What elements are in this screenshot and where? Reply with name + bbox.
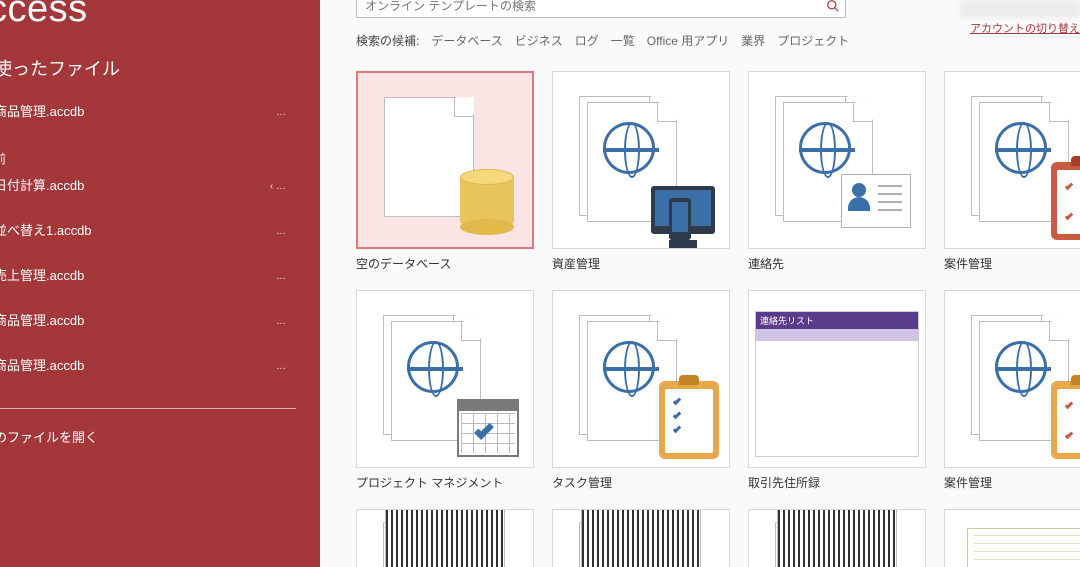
recent-file-name: 商品管理.accdb xyxy=(0,310,310,329)
recent-file-name: 日付計算.accdb xyxy=(0,175,310,194)
clipboard-red-icon xyxy=(1051,162,1080,240)
recent-file-name: 商品管理.accdb xyxy=(0,101,310,120)
template-barcode-1[interactable] xyxy=(356,509,534,567)
clipboard-orange-icon xyxy=(1051,381,1080,459)
recent-file-path xyxy=(0,374,224,388)
template-label: 連絡先 xyxy=(748,255,926,272)
globe-icon xyxy=(995,122,1047,174)
template-label: 空のデータベース xyxy=(356,255,534,272)
search-icon[interactable] xyxy=(822,0,844,16)
template-thumb xyxy=(944,71,1080,249)
search-wrap xyxy=(356,0,846,18)
suggestion-link[interactable]: プロジェクト xyxy=(777,32,849,49)
globe-icon xyxy=(995,341,1047,393)
template-blank-database[interactable]: 空のデータベース xyxy=(356,71,534,272)
recent-files-list: 商品管理.accdb … 前 日付計算.accdb ‹ … 並べ替え1.accd… xyxy=(0,95,320,394)
template-label: 案件管理 xyxy=(944,474,1080,491)
template-certificate[interactable] xyxy=(944,509,1080,567)
template-label: 資産管理 xyxy=(552,255,730,272)
suggestion-link[interactable]: 一覧 xyxy=(611,32,635,49)
template-thumb xyxy=(356,509,534,567)
recent-file-name: 商品管理.accdb xyxy=(0,355,310,374)
suggestion-link[interactable]: ビジネス xyxy=(515,32,563,49)
globe-icon xyxy=(799,122,851,174)
template-search-input[interactable] xyxy=(356,0,846,18)
barcode-icon xyxy=(385,509,505,567)
template-thumb xyxy=(748,509,926,567)
address-list-title: 連絡先リスト xyxy=(756,312,918,329)
barcode-icon xyxy=(777,509,897,567)
template-thumb xyxy=(552,71,730,249)
recent-file-item[interactable]: 並べ替え1.accdb … xyxy=(0,214,320,259)
template-case-management-2[interactable]: 案件管理 xyxy=(944,290,1080,491)
template-barcode-2[interactable] xyxy=(552,509,730,567)
template-thumb: 連絡先リスト xyxy=(748,290,926,468)
address-list-preview-icon: 連絡先リスト xyxy=(755,311,919,457)
template-label: 取引先住所録 xyxy=(748,474,926,491)
template-contacts[interactable]: 連絡先 xyxy=(748,71,926,272)
recent-file-item[interactable]: 商品管理.accdb … xyxy=(0,95,320,140)
barcode-icon xyxy=(581,509,701,567)
template-thumb xyxy=(356,71,534,249)
recent-file-item[interactable]: 商品管理.accdb … xyxy=(0,349,320,394)
template-thumb xyxy=(944,509,1080,567)
calendar-check-icon xyxy=(457,399,519,457)
template-thumb xyxy=(944,290,1080,468)
template-thumb xyxy=(356,290,534,468)
overflow-icon: … xyxy=(276,316,286,327)
template-case-management[interactable]: 案件管理 xyxy=(944,71,1080,272)
main-area: アカウントの切り替え 検索の候補: データベース ビジネス ログ 一覧 Offi… xyxy=(320,0,1080,567)
topbar: アカウントの切り替え xyxy=(356,0,1080,18)
template-grid: 空のデータベース 資産管理 xyxy=(356,71,1080,567)
overflow-icon: … xyxy=(276,271,286,282)
template-thumb xyxy=(552,509,730,567)
switch-account-link[interactable]: アカウントの切り替え xyxy=(970,20,1080,36)
template-thumb xyxy=(748,71,926,249)
globe-icon xyxy=(603,122,655,174)
recent-file-path xyxy=(0,239,224,253)
template-thumb xyxy=(552,290,730,468)
account-name-redacted xyxy=(960,0,1080,18)
template-barcode-3[interactable] xyxy=(748,509,926,567)
template-label: タスク管理 xyxy=(552,474,730,491)
template-project-management[interactable]: プロジェクト マネジメント xyxy=(356,290,534,491)
overflow-icon: … xyxy=(276,226,286,237)
overflow-icon: … xyxy=(276,361,286,372)
recent-file-path xyxy=(0,284,224,298)
certificate-icon xyxy=(967,528,1080,567)
sidebar-divider xyxy=(0,408,296,409)
template-label: 案件管理 xyxy=(944,255,1080,272)
template-asset-management[interactable]: 資産管理 xyxy=(552,71,730,272)
recent-file-path xyxy=(0,194,224,208)
suggestions-label: 検索の候補: xyxy=(356,32,419,49)
suggestion-link[interactable]: ログ xyxy=(575,32,599,49)
phone-icon xyxy=(669,198,691,240)
contact-card-icon xyxy=(841,174,911,228)
recent-file-item[interactable]: 商品管理.accdb … xyxy=(0,304,320,349)
sidebar: ccess 使ったファイル 商品管理.accdb … 前 日付計算.accdb … xyxy=(0,0,320,567)
recent-file-path xyxy=(0,329,224,343)
overflow-icon: … xyxy=(276,107,286,118)
app-title: ccess xyxy=(0,0,320,41)
recent-file-path xyxy=(0,120,224,134)
chevron-left-icon: ‹ … xyxy=(270,181,286,192)
template-task-management[interactable]: タスク管理 xyxy=(552,290,730,491)
template-address-book[interactable]: 連絡先リスト 取引先住所録 xyxy=(748,290,926,491)
recent-file-item[interactable]: 日付計算.accdb ‹ … xyxy=(0,169,320,214)
clipboard-orange-icon xyxy=(659,381,719,459)
database-cylinder-icon xyxy=(460,169,514,235)
recent-file-name: 売上管理.accdb xyxy=(0,265,310,284)
globe-icon xyxy=(603,341,655,393)
suggestion-link[interactable]: データベース xyxy=(431,32,502,49)
recent-file-name: 並べ替え1.accdb xyxy=(0,220,310,239)
globe-icon xyxy=(407,341,459,393)
recent-group-label: 前 xyxy=(0,140,320,169)
open-other-files[interactable]: のファイルを開く xyxy=(0,417,320,456)
suggestion-link[interactable]: 業界 xyxy=(741,32,765,49)
recent-file-item[interactable]: 売上管理.accdb … xyxy=(0,259,320,304)
suggestion-link[interactable]: Office 用アプリ xyxy=(647,32,729,49)
template-label: プロジェクト マネジメント xyxy=(356,474,534,491)
account-area: アカウントの切り替え xyxy=(930,0,1080,36)
recent-files-heading: 使ったファイル xyxy=(0,41,320,95)
